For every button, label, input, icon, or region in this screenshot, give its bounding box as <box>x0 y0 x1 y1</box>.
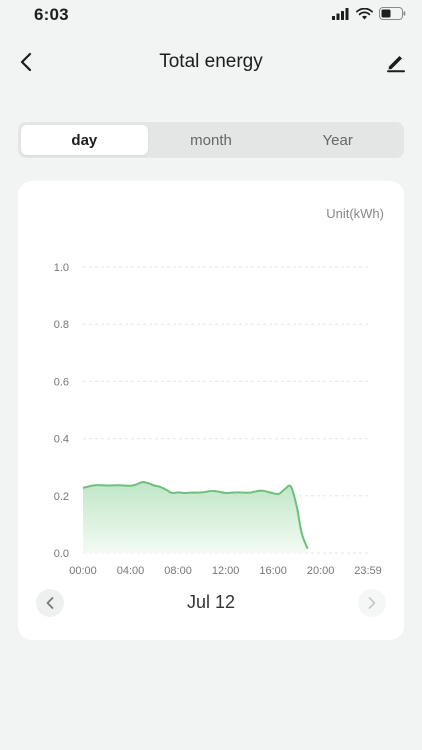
x-tick-label: 23:59 <box>354 565 382 577</box>
signal-icon <box>332 7 349 20</box>
x-tick-label: 00:00 <box>69 565 97 577</box>
status-icons <box>332 7 406 20</box>
pencil-icon <box>387 56 405 73</box>
next-day-button[interactable] <box>358 589 386 617</box>
page-title: Total energy <box>159 51 263 72</box>
battery-icon <box>379 7 406 20</box>
tab-year[interactable]: Year <box>274 125 401 155</box>
y-tick-label: 0.0 <box>54 548 69 560</box>
x-tick-label: 20:00 <box>307 565 335 577</box>
y-tick-label: 0.6 <box>54 376 69 388</box>
y-tick-label: 0.4 <box>54 434 69 446</box>
date-navigator: Jul 12 <box>18 589 404 617</box>
chart-card: Unit(kWh) 0.0 0.2 0.4 0.6 0.8 1.0 00:00 04:00 08… <box>18 181 404 640</box>
wifi-icon <box>356 7 373 19</box>
tab-month[interactable]: month <box>148 125 275 155</box>
y-tick-label: 0.2 <box>54 491 69 503</box>
date-label: Jul 12 <box>186 592 236 612</box>
x-tick-label: 16:00 <box>259 565 287 577</box>
x-tick-label: 12:00 <box>212 565 240 577</box>
chevron-right-icon <box>368 597 376 609</box>
energy-chart: 0.0 0.2 0.4 0.6 0.8 1.0 00:00 04:00 08:00 12:00 16… <box>54 262 382 577</box>
x-tick-label: 04:00 <box>117 565 145 577</box>
y-tick-label: 1.0 <box>54 262 69 274</box>
edit-button[interactable] <box>382 48 410 76</box>
tab-day[interactable]: day <box>21 125 148 155</box>
y-tick-label: 0.8 <box>54 319 69 331</box>
period-tabs: day month Year <box>18 122 404 158</box>
status-time: 6:03 <box>34 5 69 24</box>
nav-bar: Total energy <box>0 40 422 84</box>
x-tick-label: 08:00 <box>164 565 192 577</box>
status-bar: 6:03 <box>0 0 422 30</box>
